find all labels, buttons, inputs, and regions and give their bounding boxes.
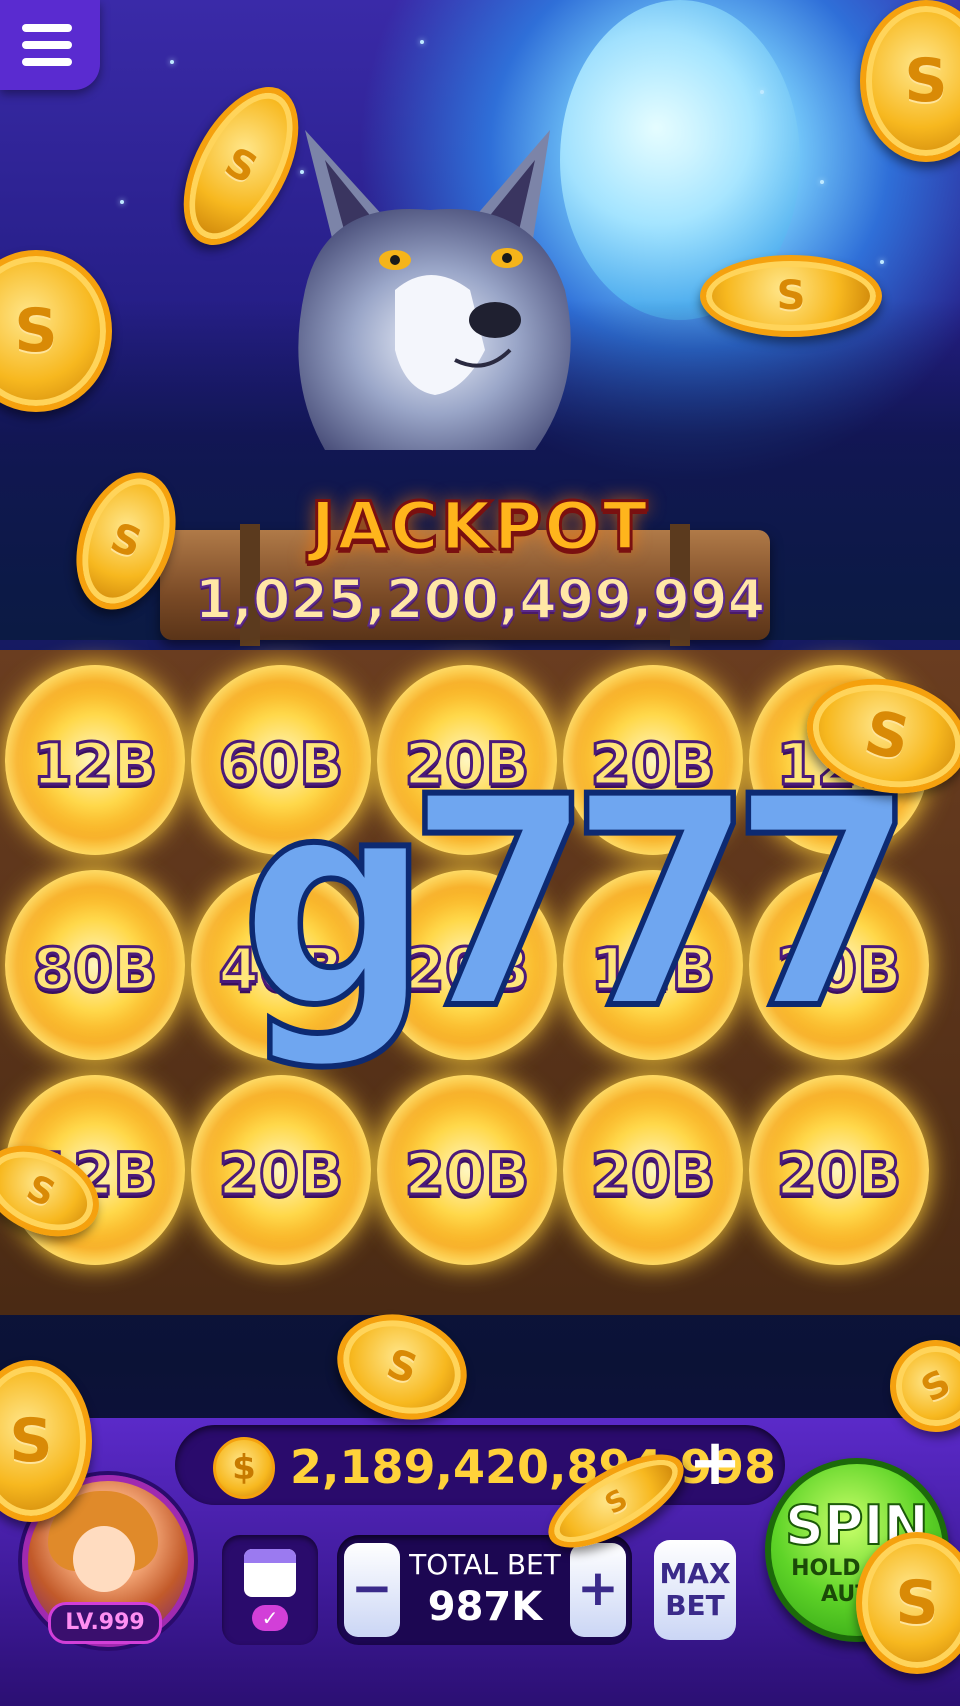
buy-coins-button[interactable]: + <box>688 1428 742 1498</box>
flying-coin-icon: S <box>0 250 112 412</box>
total-bet-value: 987K <box>427 1584 543 1630</box>
flying-coin-icon: S <box>856 1532 960 1674</box>
game-scene: JACKPOT 1,025,200,499,994 12B 60B 20B 20… <box>0 0 960 1706</box>
reel-cell: 20B <box>744 1070 934 1270</box>
overlay-logo-text: g777 <box>237 736 919 1073</box>
menu-button[interactable] <box>0 0 100 90</box>
total-bet-label: TOTAL BET <box>409 1548 561 1581</box>
flying-coin-icon: S <box>700 255 882 337</box>
check-icon: ✓ <box>252 1605 288 1631</box>
reel-cell: 20B <box>372 1070 562 1270</box>
level-badge: LV.999 <box>48 1602 162 1644</box>
wolf-illustration <box>298 130 571 450</box>
flying-coin-icon: S <box>0 1360 92 1522</box>
flying-coin-icon: S <box>323 1298 481 1436</box>
max-bet-button[interactable]: MAX BET <box>654 1540 736 1640</box>
daily-bonus-button[interactable]: ✓ <box>222 1535 318 1645</box>
reel-cell: 80B <box>0 865 190 1065</box>
flying-coin-icon: S <box>860 0 960 162</box>
increase-bet-button[interactable]: + <box>570 1543 626 1637</box>
dollar-coin-icon: $ <box>213 1437 275 1499</box>
daily-calendar-icon <box>244 1549 296 1597</box>
reel-cell: 20B <box>186 1070 376 1270</box>
reel-cell: 12B <box>0 660 190 860</box>
reel-cell: 20B <box>558 1070 748 1270</box>
